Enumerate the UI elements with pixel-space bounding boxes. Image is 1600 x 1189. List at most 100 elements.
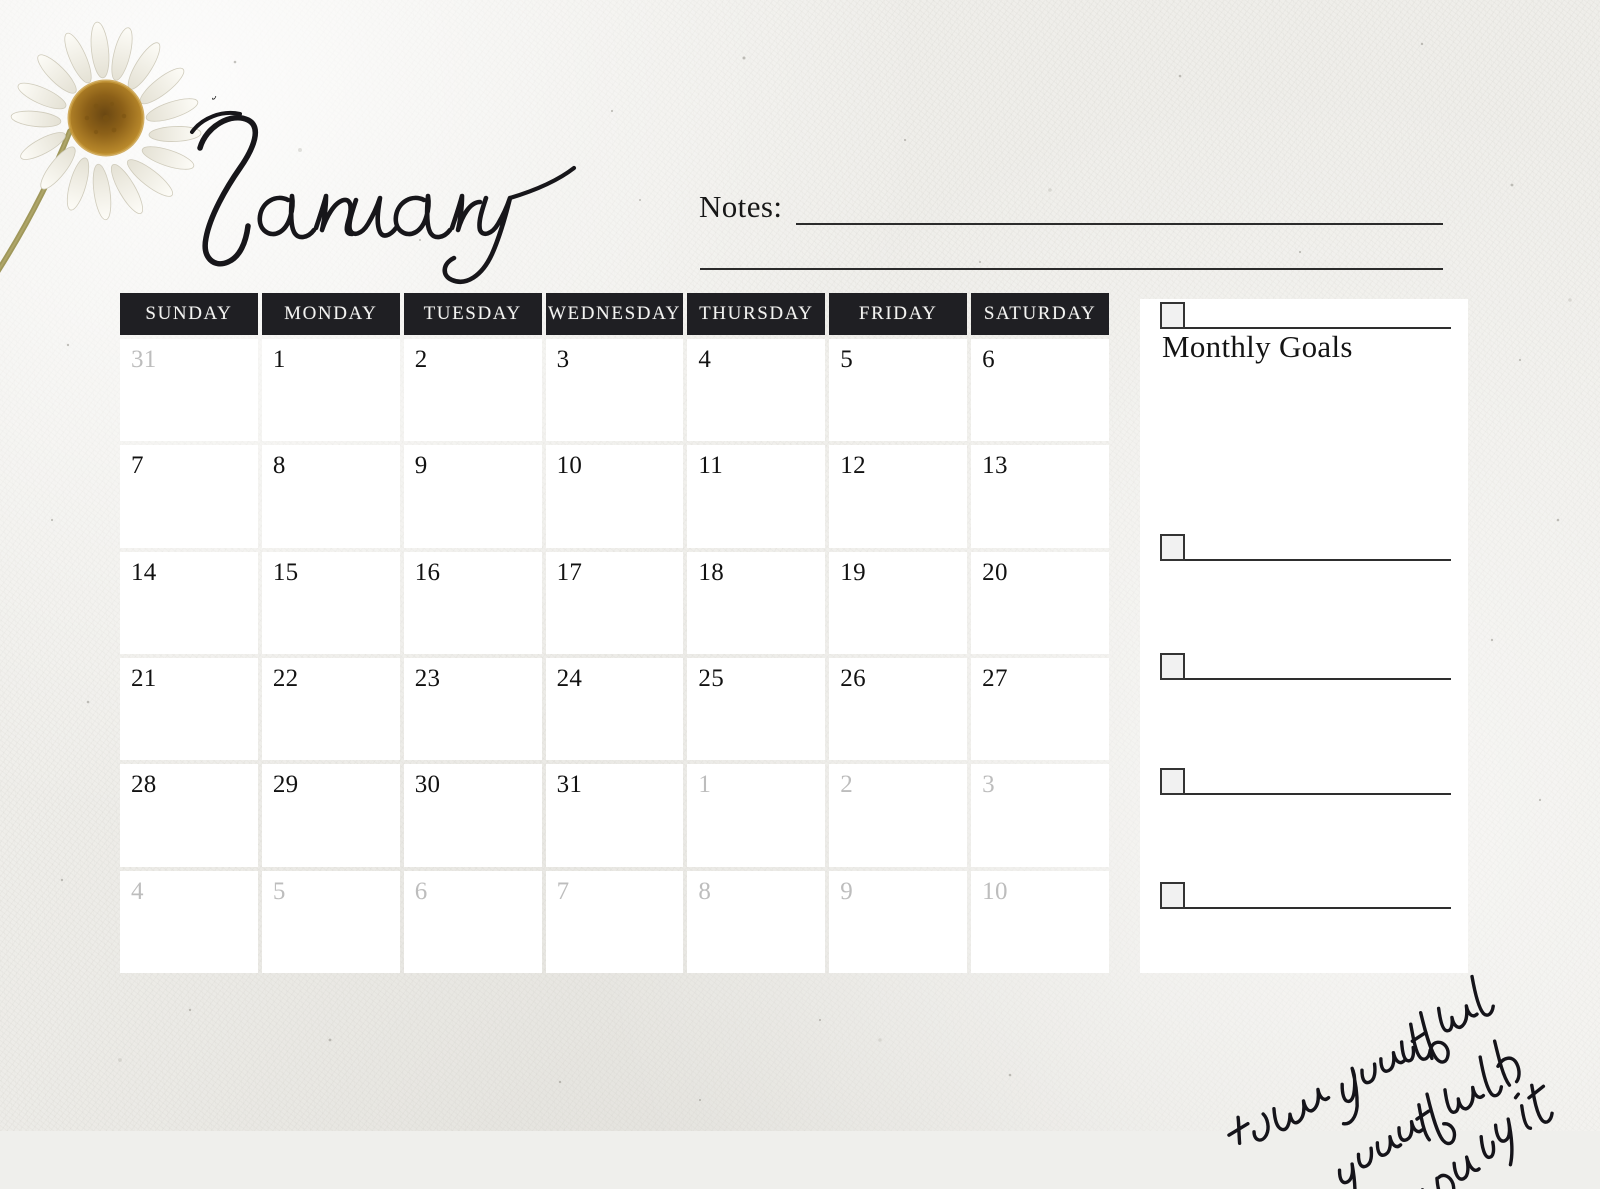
page-title: January xyxy=(170,96,577,284)
day-cell[interactable]: 28 xyxy=(120,764,258,867)
day-cell[interactable]: 1 xyxy=(687,764,826,867)
notes-line-1[interactable] xyxy=(796,223,1443,225)
goal-checkbox[interactable] xyxy=(1160,534,1185,561)
pressed-daisy-icon xyxy=(0,21,202,273)
day-number: 3 xyxy=(556,346,570,373)
day-cell[interactable]: 13 xyxy=(971,445,1109,548)
goal-row[interactable] xyxy=(1160,879,1451,909)
goal-checkbox[interactable] xyxy=(1160,302,1185,329)
day-cell[interactable]: 21 xyxy=(120,658,258,761)
goal-checkbox[interactable] xyxy=(1160,768,1185,795)
day-number: 24 xyxy=(556,665,583,692)
day-number: 2 xyxy=(414,346,428,373)
day-cell[interactable]: 30 xyxy=(403,764,542,867)
day-cell[interactable]: 23 xyxy=(403,658,542,761)
weekday-header-thursday: THURSDAY xyxy=(687,293,826,335)
day-cell[interactable]: 3 xyxy=(971,764,1109,867)
day-number: 22 xyxy=(272,665,299,692)
day-cell[interactable]: 26 xyxy=(829,658,968,761)
day-number: 27 xyxy=(982,665,1008,692)
day-number: 10 xyxy=(556,452,583,480)
weekday-header-monday: MONDAY xyxy=(261,293,400,335)
calendar-grid: SUNDAY MONDAY TUESDAY WEDNESDAY THURSDAY… xyxy=(120,293,1109,973)
day-number: 1 xyxy=(698,771,712,799)
day-cell[interactable]: 6 xyxy=(403,870,542,973)
goal-checkbox[interactable] xyxy=(1160,653,1185,680)
day-number: 9 xyxy=(414,452,428,480)
day-cell[interactable]: 31 xyxy=(120,339,258,442)
day-number: 4 xyxy=(131,877,144,905)
day-number: 6 xyxy=(982,346,995,373)
goal-input-line[interactable] xyxy=(1185,907,1451,909)
weekday-header-saturday: SATURDAY xyxy=(971,293,1109,335)
day-cell[interactable]: 16 xyxy=(403,551,542,654)
day-cell[interactable]: 5 xyxy=(829,339,968,442)
day-number: 29 xyxy=(272,771,299,799)
handwritten-paper-scrap xyxy=(1210,959,1600,1189)
day-number: 21 xyxy=(131,665,157,692)
day-number: 5 xyxy=(840,346,854,373)
weekday-header-wednesday: WEDNESDAY xyxy=(545,293,684,335)
day-cell[interactable]: 10 xyxy=(545,445,684,548)
day-cell[interactable]: 8 xyxy=(687,870,826,973)
goal-checkbox[interactable] xyxy=(1160,882,1185,909)
goal-input-line[interactable] xyxy=(1185,793,1451,795)
day-number: 16 xyxy=(414,558,441,586)
day-cell[interactable]: 2 xyxy=(829,764,968,867)
day-number: 5 xyxy=(272,877,286,905)
day-number: 7 xyxy=(131,452,144,480)
day-cell[interactable]: 22 xyxy=(261,658,400,761)
day-cell[interactable]: 29 xyxy=(261,764,400,867)
day-number: 8 xyxy=(272,452,286,480)
day-cell[interactable]: 25 xyxy=(687,658,826,761)
day-cell[interactable]: 9 xyxy=(403,445,542,548)
day-cell[interactable]: 27 xyxy=(971,658,1109,761)
day-cell[interactable]: 14 xyxy=(120,551,258,654)
weekday-header-sunday: SUNDAY xyxy=(120,293,258,335)
day-cell[interactable]: 4 xyxy=(687,339,826,442)
day-number: 18 xyxy=(698,558,725,586)
day-cell[interactable]: 20 xyxy=(971,551,1109,654)
day-cell[interactable]: 11 xyxy=(687,445,826,548)
day-cell[interactable]: 18 xyxy=(687,551,826,654)
goal-input-line[interactable] xyxy=(1185,559,1451,561)
goal-row[interactable] xyxy=(1160,531,1451,561)
day-number: 25 xyxy=(698,665,725,692)
goal-row[interactable] xyxy=(1160,650,1451,680)
day-number: 2 xyxy=(840,771,854,799)
day-number: 11 xyxy=(698,452,724,480)
day-number: 30 xyxy=(414,771,441,799)
day-number: 15 xyxy=(272,558,299,586)
page-title-text: January xyxy=(170,96,220,100)
day-number: 3 xyxy=(982,771,995,799)
day-cell[interactable]: 6 xyxy=(971,339,1109,442)
day-number: 26 xyxy=(840,665,866,692)
day-cell[interactable]: 24 xyxy=(545,658,684,761)
day-cell[interactable]: 12 xyxy=(829,445,968,548)
goal-input-line[interactable] xyxy=(1185,327,1451,329)
goal-row[interactable] xyxy=(1160,765,1451,795)
day-number: 10 xyxy=(982,877,1008,905)
day-cell[interactable]: 8 xyxy=(261,445,400,548)
day-cell[interactable]: 1 xyxy=(261,339,400,442)
day-number: 13 xyxy=(982,452,1008,480)
day-cell[interactable]: 5 xyxy=(261,870,400,973)
day-cell[interactable]: 2 xyxy=(403,339,542,442)
day-cell[interactable]: 3 xyxy=(545,339,684,442)
day-cell[interactable]: 7 xyxy=(120,445,258,548)
weekday-header-tuesday: TUESDAY xyxy=(403,293,542,335)
day-number: 6 xyxy=(414,877,428,905)
day-cell[interactable]: 9 xyxy=(829,870,968,973)
day-cell[interactable]: 31 xyxy=(545,764,684,867)
day-cell[interactable]: 15 xyxy=(261,551,400,654)
goal-row[interactable] xyxy=(1160,299,1451,329)
day-cell[interactable]: 17 xyxy=(545,551,684,654)
notes-section: Notes: xyxy=(699,189,1449,279)
day-cell[interactable]: 19 xyxy=(829,551,968,654)
day-number: 31 xyxy=(556,771,583,799)
goal-input-line[interactable] xyxy=(1185,678,1451,680)
day-cell[interactable]: 10 xyxy=(971,870,1109,973)
day-cell[interactable]: 7 xyxy=(545,870,684,973)
day-cell[interactable]: 4 xyxy=(120,870,258,973)
notes-line-2[interactable] xyxy=(700,268,1443,270)
